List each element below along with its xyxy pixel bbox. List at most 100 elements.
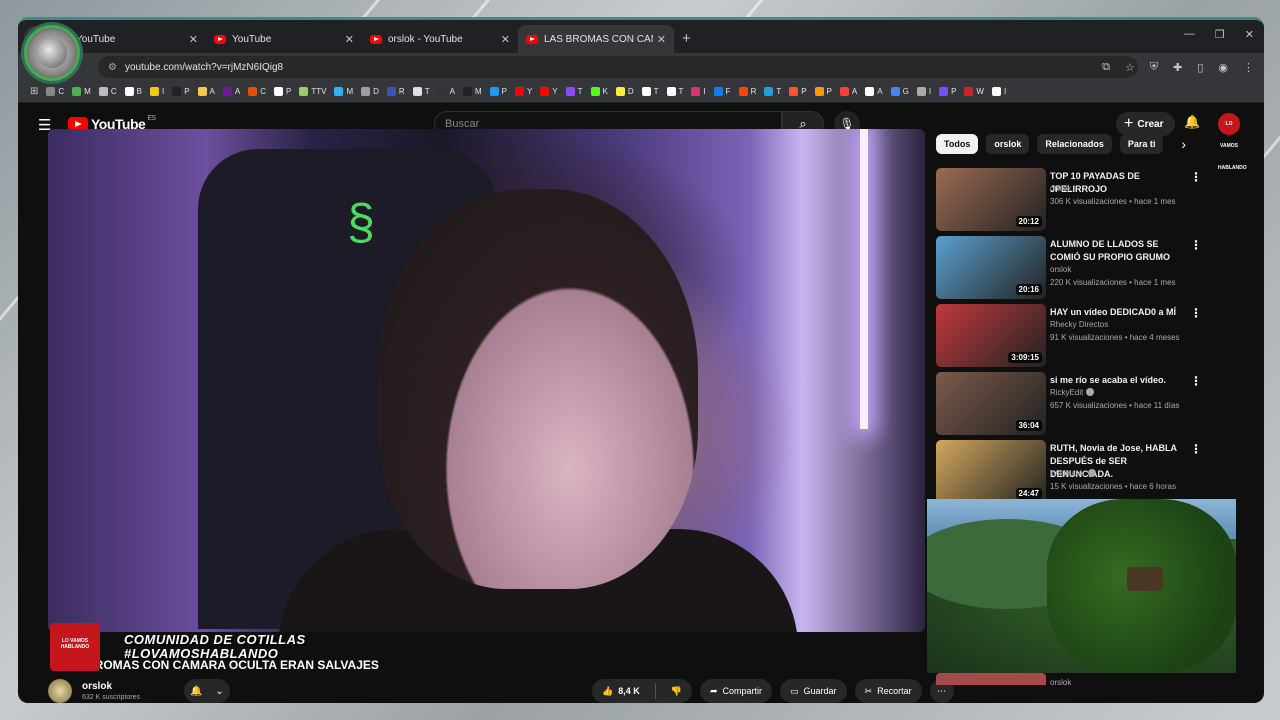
recommendation-channel[interactable]: RickyEdit xyxy=(1050,388,1095,397)
minimize-icon[interactable]: — xyxy=(1184,28,1195,41)
apps-grid-icon[interactable]: ⊞ xyxy=(30,86,38,97)
bookmark-item[interactable]: T xyxy=(565,87,583,96)
recommendation-thumbnail-partial[interactable] xyxy=(936,673,1046,685)
bookmark-item[interactable]: T xyxy=(412,87,430,96)
bookmark-item[interactable]: C xyxy=(98,87,117,96)
chip-para-ti[interactable]: Para ti xyxy=(1119,134,1164,154)
bookmark-item[interactable]: A xyxy=(865,87,883,96)
sidebar-icon[interactable]: ▯ xyxy=(1197,61,1203,74)
bookmark-item[interactable]: TTV xyxy=(299,87,326,96)
chip-todos[interactable]: Todos xyxy=(936,134,979,154)
create-button[interactable]: + Crear xyxy=(1116,112,1176,136)
bookmark-item[interactable]: G xyxy=(890,87,909,96)
bookmark-item[interactable]: T xyxy=(666,87,683,96)
recommendation-thumbnail[interactable]: 20:16 xyxy=(936,236,1046,299)
bookmark-item[interactable]: M xyxy=(72,87,91,96)
bookmark-item[interactable]: R xyxy=(386,87,405,96)
recommendation-thumbnail[interactable]: 3:09:15 xyxy=(936,304,1046,367)
restore-icon[interactable]: ❐ xyxy=(1215,28,1225,41)
shield-icon[interactable]: ⛨ xyxy=(1150,61,1158,74)
extensions-icon[interactable]: ✚ xyxy=(1173,61,1182,74)
chip-orslok[interactable]: orslok xyxy=(986,134,1030,154)
recommendation-item[interactable]: 36:04 si me río se acaba el vídeo. RickyEd… xyxy=(936,370,1236,438)
channel-avatar[interactable] xyxy=(48,679,72,703)
more-options-icon[interactable]: ⋮ xyxy=(1190,374,1202,388)
close-icon[interactable]: ✕ xyxy=(189,33,198,46)
bookmark-item[interactable]: A xyxy=(197,87,215,96)
recommendation-item[interactable]: 3:09:15 HAY un vídeo DEDICAD0 a MÍ Rhecky … xyxy=(936,302,1236,370)
bookmark-item[interactable]: A xyxy=(839,87,857,96)
more-options-icon[interactable]: ⋮ xyxy=(1190,442,1202,456)
account-avatar[interactable]: LO VAMOS HABLANDO xyxy=(1218,113,1247,171)
more-options-icon[interactable]: ⋮ xyxy=(1190,170,1202,184)
bookmark-item[interactable]: A xyxy=(222,87,240,96)
bookmark-item[interactable]: P xyxy=(789,87,807,96)
bookmark-star-icon[interactable]: ☆ xyxy=(1125,61,1135,74)
bookmark-item[interactable]: Y xyxy=(540,87,558,96)
subscription-bell-button[interactable]: 🔔 ⌄ xyxy=(184,679,230,703)
recommendation-channel[interactable]: Rhecky Directos xyxy=(1050,320,1108,329)
more-options-icon[interactable]: ⋮ xyxy=(1190,306,1202,320)
bookmark-item[interactable]: P xyxy=(172,87,190,96)
recommendation-channel[interactable]: orslok xyxy=(1050,265,1071,274)
chip-relacionados[interactable]: Relacionados xyxy=(1037,134,1112,154)
recommendation-thumbnail[interactable]: 24:47 xyxy=(936,440,1046,503)
video-player[interactable]: § xyxy=(48,129,925,632)
share-button[interactable]: ➦ Compartir xyxy=(699,679,773,703)
recommendation-title[interactable]: HAY un vídeo DEDICAD0 a MÍ xyxy=(1050,306,1185,319)
tab-orslok[interactable]: orslok - YouTube ✕ xyxy=(362,25,518,53)
recommendation-thumbnail[interactable]: 36:04 xyxy=(936,372,1046,435)
bookmark-item[interactable]: C xyxy=(248,87,266,96)
bookmark-item[interactable]: P xyxy=(274,87,291,96)
close-window-icon[interactable]: ✕ xyxy=(1245,28,1254,41)
recommendation-thumbnail[interactable]: 20:12 xyxy=(936,168,1046,231)
install-app-icon[interactable]: ⧉ xyxy=(1102,61,1110,74)
channel-name[interactable]: orslok xyxy=(82,681,112,692)
bookmark-item[interactable]: R xyxy=(738,87,756,96)
close-icon[interactable]: ✕ xyxy=(657,33,666,46)
like-button[interactable]: 👍 8,4 K xyxy=(592,679,650,703)
recommendation-item[interactable]: 20:16 ALUMNO DE LLADOS SE COMIÓ SU PROPIO… xyxy=(936,234,1236,302)
menu-dots-icon[interactable]: ⋮ xyxy=(1243,61,1254,74)
bookmark-item[interactable]: I xyxy=(916,87,931,96)
site-info-icon[interactable]: ⚙ xyxy=(108,62,117,73)
bookmark-item[interactable]: F xyxy=(713,87,731,96)
tab-current-video[interactable]: LAS BROMAS CON CÁMARA OCULTA ✕ xyxy=(518,25,674,53)
close-icon[interactable]: ✕ xyxy=(501,33,510,46)
bookmark-item[interactable]: P xyxy=(939,87,956,96)
bookmark-item[interactable]: M xyxy=(334,87,353,96)
more-options-icon[interactable]: ⋮ xyxy=(1190,238,1202,252)
bookmark-item[interactable]: B xyxy=(124,87,142,96)
bookmark-item[interactable]: P xyxy=(489,87,507,96)
bookmark-item[interactable]: A xyxy=(437,87,455,96)
bookmark-item[interactable]: T xyxy=(641,87,659,96)
tab-youtube-2[interactable]: YouTube ✕ xyxy=(206,25,362,53)
new-tab-icon[interactable]: + xyxy=(682,30,691,47)
bookmark-item[interactable]: C xyxy=(46,87,64,96)
bookmark-item[interactable]: I xyxy=(991,87,1006,96)
bookmark-item[interactable]: K xyxy=(590,87,608,96)
dislike-button[interactable]: 👎 xyxy=(661,679,692,703)
bookmark-item[interactable]: D xyxy=(361,87,379,96)
save-button[interactable]: ▭ Guardar xyxy=(780,679,847,703)
address-bar[interactable]: ⚙ youtube.com/watch?v=rjMzN6IQig8 xyxy=(98,56,1138,78)
profile-icon[interactable]: ◉ xyxy=(1218,61,1228,74)
bookmark-item[interactable]: I xyxy=(149,87,164,96)
chevron-right-icon[interactable]: › xyxy=(1181,136,1186,152)
bookmark-item[interactable]: Y xyxy=(514,87,532,96)
recommendation-title[interactable]: ALUMNO DE LLADOS SE COMIÓ SU PROPIO GRUM… xyxy=(1050,238,1185,264)
close-icon[interactable]: ✕ xyxy=(345,33,354,46)
recommendation-item[interactable]: 24:47 RUTH, Novia de Jose, HABLA DESPUÉS … xyxy=(936,438,1236,506)
recommendation-title[interactable]: si me río se acaba el vídeo. xyxy=(1050,374,1185,387)
recommendation-item[interactable]: 20:12 TOP 10 PAYADAS DE JPELIRROJO orslok 3… xyxy=(936,166,1236,234)
recommendation-channel[interactable]: orslok xyxy=(1050,184,1071,193)
bookmark-item[interactable]: D xyxy=(615,87,634,96)
bookmark-item[interactable]: T xyxy=(764,87,781,96)
bookmark-item[interactable]: W xyxy=(964,87,984,96)
bookmark-item[interactable]: M xyxy=(462,87,482,96)
bookmark-item[interactable]: I xyxy=(691,87,706,96)
notifications-bell-icon[interactable]: 🔔 xyxy=(1184,114,1200,130)
bookmark-item[interactable]: P xyxy=(814,87,832,96)
recommendation-channel[interactable]: WildHater xyxy=(1050,469,1097,478)
clip-button[interactable]: ✂ Recortar xyxy=(854,679,922,703)
